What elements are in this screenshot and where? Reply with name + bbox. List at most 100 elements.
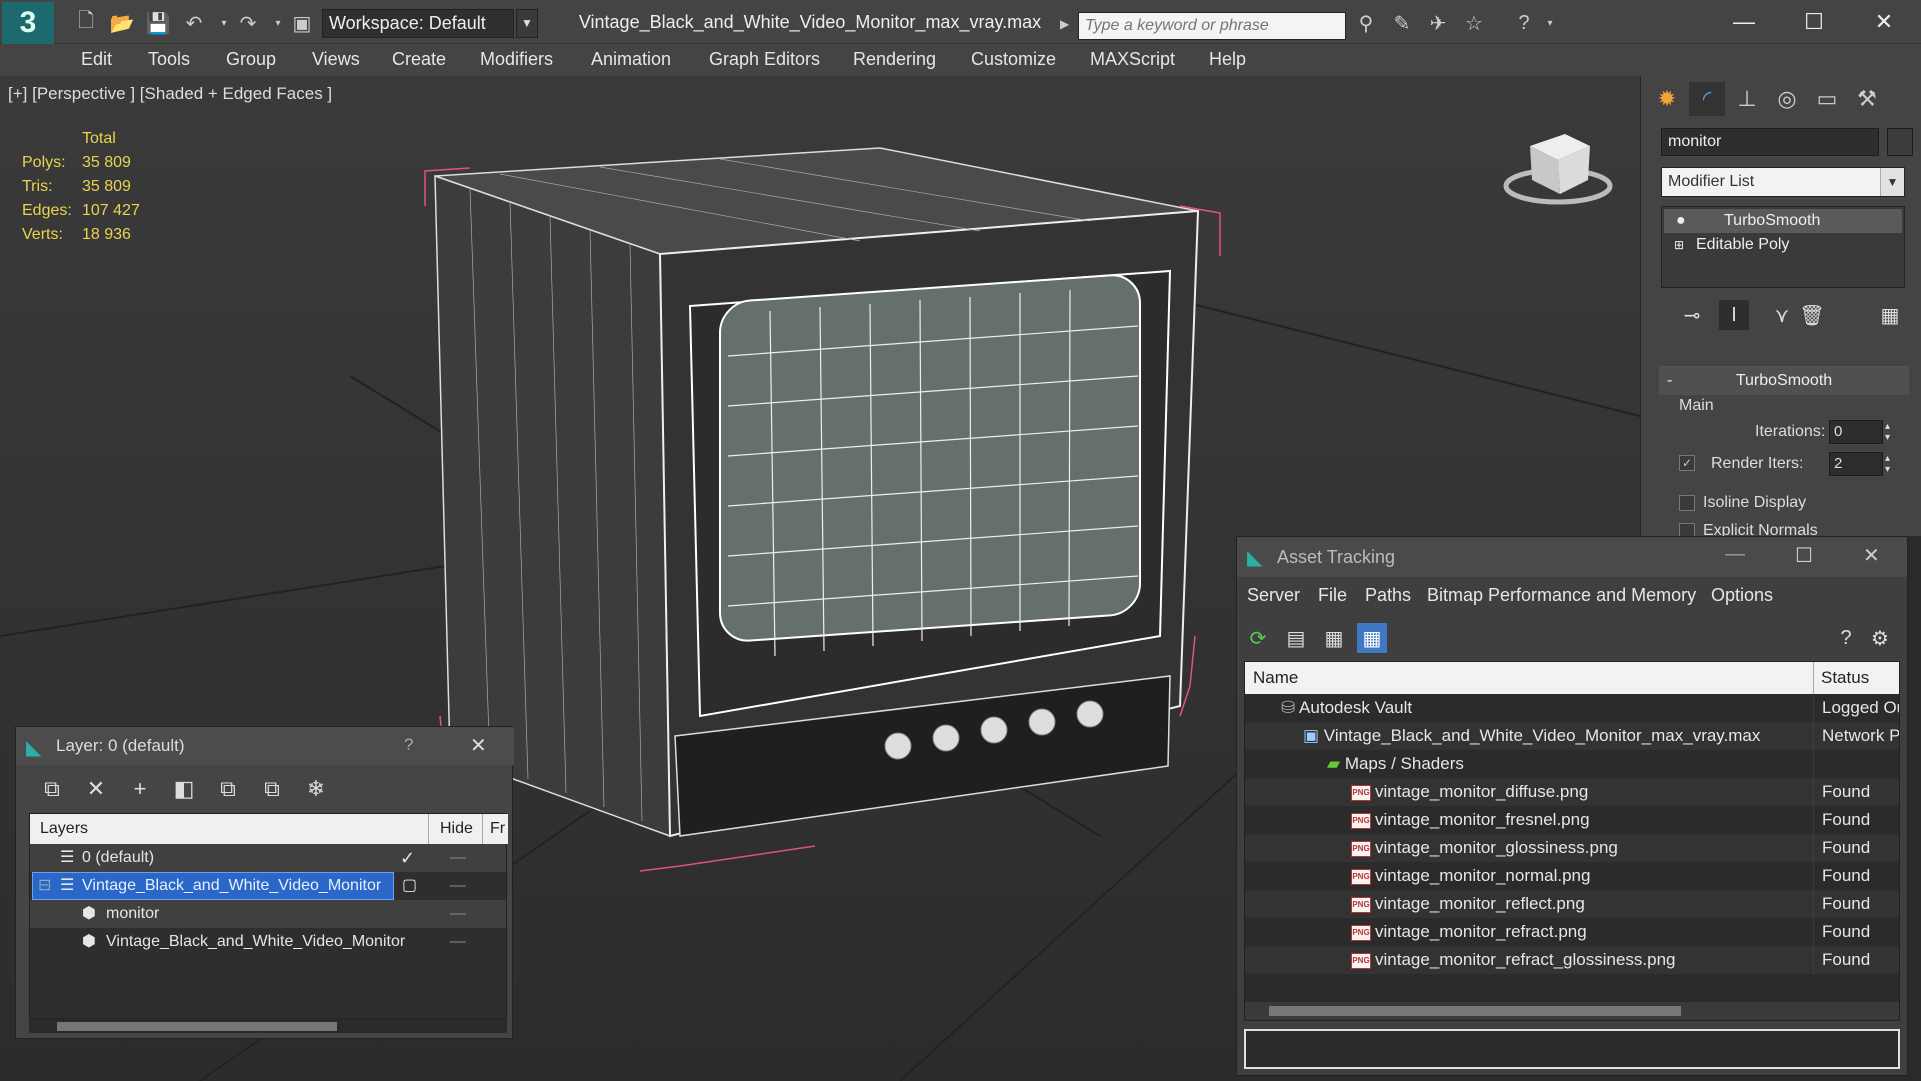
asset-path-input[interactable] bbox=[1244, 1029, 1900, 1069]
redo-icon[interactable]: ↷ bbox=[234, 9, 262, 37]
table-row[interactable]: PNG vintage_monitor_glossiness.png Found bbox=[1245, 834, 1899, 862]
layers-horizontal-scrollbar[interactable] bbox=[29, 1019, 507, 1033]
at-menu-server[interactable]: Server bbox=[1247, 585, 1300, 606]
create-tab-icon[interactable]: ✹ bbox=[1649, 82, 1685, 116]
stack-item-turbosmooth[interactable]: ● TurboSmooth bbox=[1664, 209, 1902, 233]
help-icon[interactable]: ? bbox=[1831, 623, 1861, 653]
menu-animation[interactable]: Animation bbox=[591, 49, 671, 70]
spinner-arrows-icon[interactable]: ▴ ▾ bbox=[1885, 453, 1890, 475]
hierarchy-tab-icon[interactable]: ⊥ bbox=[1729, 82, 1765, 116]
menu-customize[interactable]: Customize bbox=[971, 49, 1056, 70]
show-end-result-icon[interactable]: I bbox=[1719, 300, 1749, 330]
layer-row-monitor-object[interactable]: ⬢ Vintage_Black_and_White_Video_Monitor … bbox=[30, 928, 506, 956]
layer-row-monitor[interactable]: ⬢ monitor — bbox=[30, 900, 506, 928]
col-hide[interactable]: Hide bbox=[440, 820, 473, 838]
layer-explorer-titlebar[interactable]: ◣ Layer: 0 (default) ? ✕ bbox=[16, 727, 514, 765]
hide-toggle[interactable]: — bbox=[450, 900, 466, 928]
spinner-arrows-icon[interactable]: ▴ ▾ bbox=[1885, 421, 1890, 443]
current-layer-check-icon[interactable]: ✓ bbox=[400, 844, 415, 872]
layer-row-monitor-group[interactable]: ⊟ ☰ Vintage_Black_and_White_Video_Monito… bbox=[30, 872, 506, 900]
asset-horizontal-scrollbar[interactable] bbox=[1245, 1002, 1899, 1020]
collapse-icon[interactable]: - bbox=[1667, 367, 1672, 395]
settings-help-icon[interactable]: ⚙ bbox=[1865, 623, 1895, 653]
new-file-icon[interactable]: 🗋 bbox=[72, 9, 100, 37]
hide-toggle[interactable]: — bbox=[450, 844, 466, 872]
viewcube-icon[interactable] bbox=[1503, 134, 1613, 205]
modify-tab-icon[interactable]: ◜ bbox=[1689, 82, 1725, 116]
list-view-icon[interactable]: ▤ bbox=[1281, 623, 1311, 653]
workspace-menu-arrow-icon[interactable]: ▼ bbox=[516, 9, 538, 38]
select-layer-icon[interactable]: ◧ bbox=[168, 773, 200, 805]
iterations-spinner[interactable]: 0 bbox=[1829, 420, 1883, 444]
stack-item-editable-poly[interactable]: ⊞ Editable Poly bbox=[1664, 233, 1902, 257]
tools-icon[interactable]: ✎ bbox=[1388, 9, 1416, 37]
table-row[interactable]: PNG vintage_monitor_fresnel.png Found bbox=[1245, 806, 1899, 834]
menu-maxscript[interactable]: MAXScript bbox=[1090, 49, 1175, 70]
at-menu-paths[interactable]: Paths bbox=[1365, 585, 1411, 606]
chevron-down-icon[interactable]: ▼ bbox=[1880, 168, 1904, 196]
utilities-tab-icon[interactable]: ⚒ bbox=[1849, 82, 1885, 116]
pin-stack-icon[interactable]: ⊸ bbox=[1677, 300, 1707, 330]
render-iters-checkbox[interactable]: ✓ bbox=[1679, 455, 1695, 471]
minimize-icon[interactable]: — bbox=[1714, 4, 1774, 40]
collapse-minus-icon[interactable]: ⊟ bbox=[38, 872, 51, 900]
col-status[interactable]: Status bbox=[1821, 662, 1869, 694]
hide-toggle[interactable]: — bbox=[450, 928, 466, 956]
app-logo-icon[interactable]: 3 bbox=[2, 2, 54, 44]
menu-group[interactable]: Group bbox=[226, 49, 276, 70]
select-objects-icon[interactable]: ⧉ bbox=[212, 773, 244, 805]
object-color-swatch[interactable] bbox=[1887, 128, 1913, 156]
lightbulb-icon[interactable]: ● bbox=[1676, 209, 1686, 233]
hide-layers-icon[interactable]: ⧉ bbox=[256, 773, 288, 805]
display-tab-icon[interactable]: ▭ bbox=[1809, 82, 1845, 116]
table-view-icon[interactable]: ▦ bbox=[1357, 623, 1387, 653]
turbosmooth-rollout-header[interactable]: - TurboSmooth bbox=[1659, 367, 1909, 395]
scrollbar-thumb[interactable] bbox=[1269, 1006, 1681, 1016]
help-icon[interactable]: ? bbox=[1510, 9, 1538, 37]
menu-create[interactable]: Create bbox=[392, 49, 446, 70]
table-row[interactable]: PNG vintage_monitor_normal.png Found bbox=[1245, 862, 1899, 890]
communication-icon[interactable]: ✈ bbox=[1424, 9, 1452, 37]
help-button[interactable]: ? bbox=[404, 735, 413, 755]
workspace-dropdown[interactable]: Workspace: Default bbox=[322, 9, 514, 38]
expand-plus-icon[interactable]: ⊞ bbox=[1674, 233, 1684, 257]
maximize-icon[interactable]: ☐ bbox=[1795, 543, 1813, 568]
table-row[interactable]: ▣ Vintage_Black_and_White_Video_Monitor_… bbox=[1245, 722, 1899, 750]
project-folder-icon[interactable]: ▣ bbox=[288, 9, 316, 37]
open-file-icon[interactable]: 📂 bbox=[108, 9, 136, 37]
freeze-layers-icon[interactable]: ❄ bbox=[300, 773, 332, 805]
menu-views[interactable]: Views bbox=[312, 49, 360, 70]
at-menu-options[interactable]: Options bbox=[1711, 585, 1773, 606]
object-name-input[interactable] bbox=[1661, 128, 1879, 156]
menu-modifiers[interactable]: Modifiers bbox=[480, 49, 553, 70]
configure-modifier-sets-icon[interactable]: ▦ bbox=[1875, 300, 1905, 330]
table-row[interactable]: PNG vintage_monitor_diffuse.png Found bbox=[1245, 778, 1899, 806]
asset-tracking-titlebar[interactable]: ◣ Asset Tracking — ☐ ✕ bbox=[1237, 537, 1907, 577]
make-unique-icon[interactable]: ⋎ bbox=[1767, 300, 1797, 330]
maximize-icon[interactable]: ☐ bbox=[1784, 4, 1844, 40]
col-layers[interactable]: Layers bbox=[40, 820, 88, 838]
isoline-display-checkbox[interactable] bbox=[1679, 495, 1695, 511]
save-file-icon[interactable]: 💾 bbox=[144, 9, 172, 37]
binoculars-icon[interactable]: ⚲ bbox=[1352, 9, 1380, 37]
search-input[interactable] bbox=[1078, 12, 1346, 40]
add-layer-icon[interactable]: + bbox=[124, 773, 156, 805]
layer-tool-icon[interactable]: ⧉ bbox=[36, 773, 68, 805]
remove-modifier-icon[interactable]: 🗑 bbox=[1797, 300, 1827, 330]
at-menu-file[interactable]: File bbox=[1318, 585, 1347, 606]
close-icon[interactable]: ✕ bbox=[1854, 4, 1914, 40]
menu-tools[interactable]: Tools bbox=[148, 49, 190, 70]
search-expand-icon[interactable]: ▶ bbox=[1060, 12, 1074, 36]
at-menu-bitmap-performance[interactable]: Bitmap Performance and Memory bbox=[1427, 585, 1696, 606]
table-row[interactable]: ⛁ Autodesk Vault Logged Out bbox=[1245, 694, 1899, 722]
thumbnail-view-icon[interactable]: ▦ bbox=[1319, 623, 1349, 653]
table-row[interactable]: ▰ Maps / Shaders bbox=[1245, 750, 1899, 778]
delete-layer-icon[interactable]: ✕ bbox=[80, 773, 112, 805]
col-name[interactable]: Name bbox=[1253, 662, 1298, 694]
layer-row-default[interactable]: ☰ 0 (default) ✓ — bbox=[30, 844, 506, 872]
table-row[interactable]: PNG vintage_monitor_refract_glossiness.pn… bbox=[1245, 946, 1899, 974]
menu-graph-editors[interactable]: Graph Editors bbox=[709, 49, 820, 70]
menu-edit[interactable]: Edit bbox=[81, 49, 112, 70]
hide-toggle[interactable]: — bbox=[450, 872, 466, 900]
favorites-star-icon[interactable]: ☆ bbox=[1460, 9, 1488, 37]
